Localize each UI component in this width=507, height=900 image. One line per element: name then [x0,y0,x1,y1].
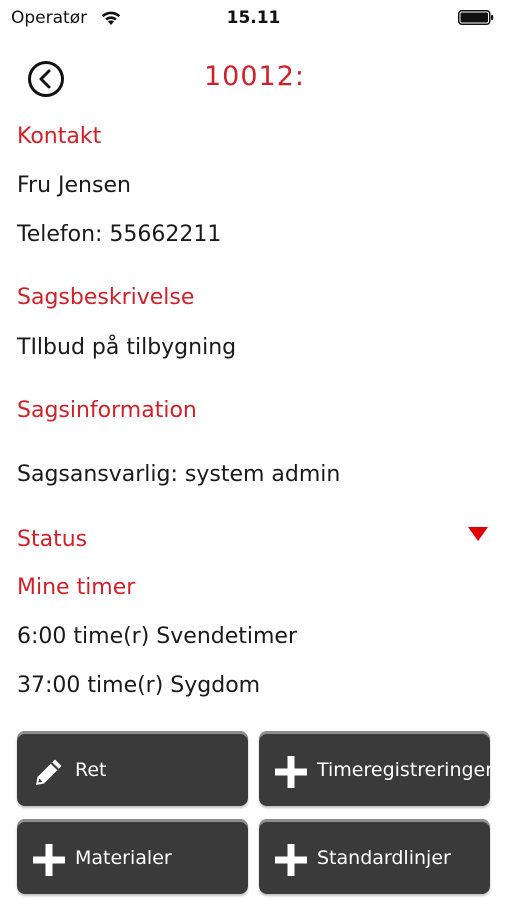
dropdown-arrow-icon [468,527,488,541]
back-button[interactable] [27,60,65,98]
battery-icon [458,10,494,25]
edit-button-label: Ret [75,759,107,781]
contact-phone[interactable]: Telefon: 55662211 [17,222,221,247]
status-dropdown[interactable]: Status [0,522,507,562]
clock: 15.11 [226,8,281,28]
hours-entry: 37:00 time(r) Sygdom [17,673,261,698]
hours-entry: 6:00 time(r) Svendetimer [17,624,298,649]
time-registrations-label: Timeregistreringer [317,759,494,781]
materials-button[interactable]: Materialer [17,819,248,894]
contact-name: Fru Jensen [17,173,131,198]
nav-bar: 10012: [0,55,507,105]
plus-icon [275,756,307,788]
case-description-heading: Sagsbeskrivelse [17,285,195,310]
standard-lines-button[interactable]: Standardlinjer [259,819,490,894]
case-information-heading: Sagsinformation [17,398,197,423]
time-registrations-button[interactable]: Timeregistreringer [259,731,494,806]
pencil-icon [36,759,62,785]
standard-lines-label: Standardlinjer [317,847,451,869]
plus-icon [275,844,307,876]
status-bar: Operatør 15.11 [0,0,507,36]
my-hours-heading: Mine timer [17,575,136,600]
contact-heading: Kontakt [17,124,102,149]
plus-icon [33,844,65,876]
case-description-text: TIlbud på tilbygning [17,335,237,360]
edit-button[interactable]: Ret [17,731,248,806]
status-heading: Status [17,527,88,552]
page-title: 10012: [204,61,305,92]
case-responsible: Sagsansvarlig: system admin [17,462,341,487]
materials-label: Materialer [75,847,172,869]
